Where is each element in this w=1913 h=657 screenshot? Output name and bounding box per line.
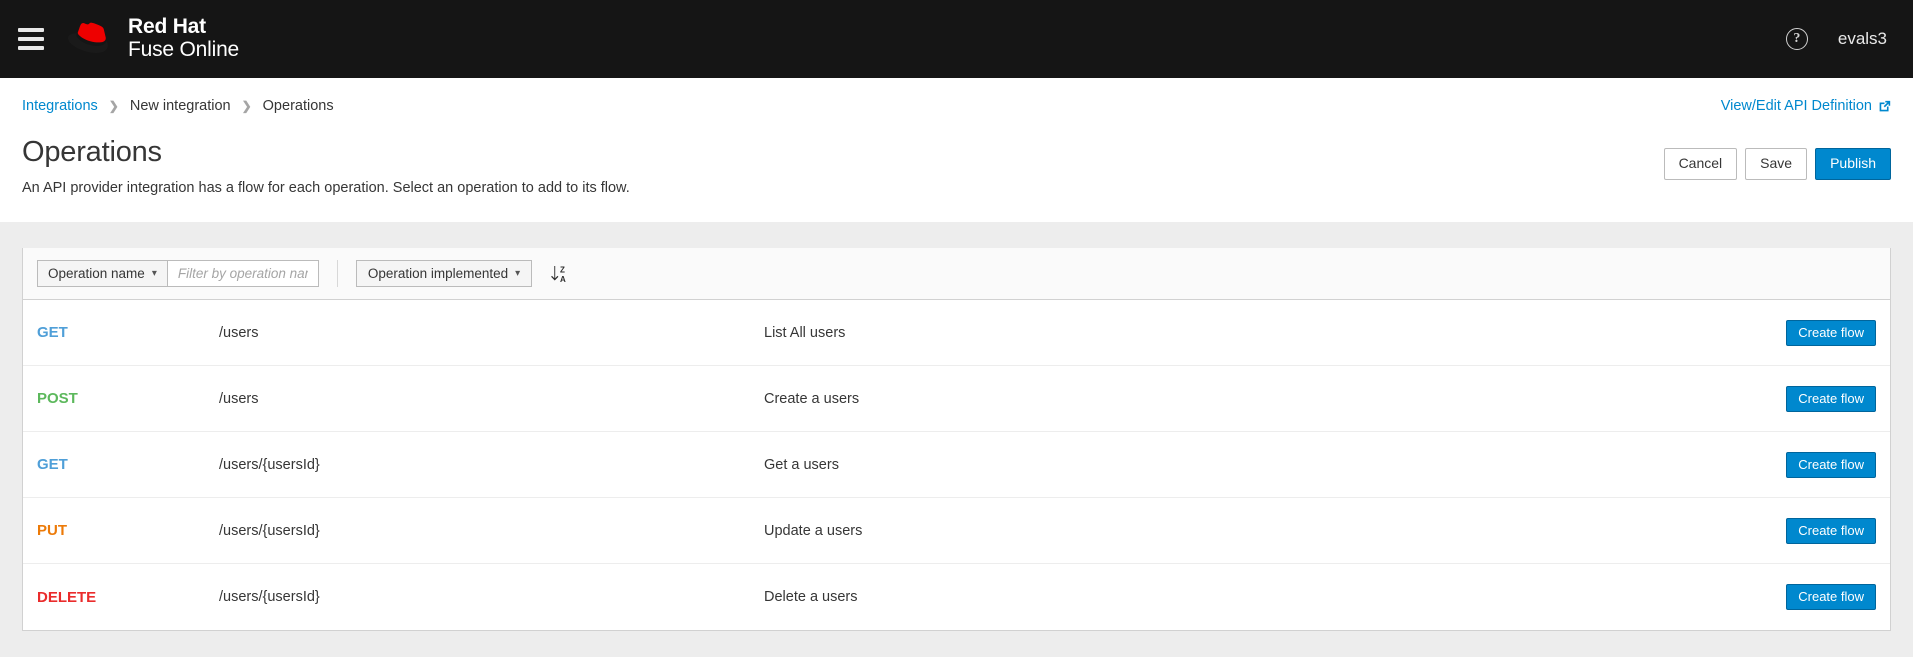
operation-method: GET xyxy=(37,324,68,341)
masthead: Red Hat Fuse Online ? evals3 xyxy=(0,0,1913,78)
page-title-row: Operations An API provider integration h… xyxy=(22,136,1891,222)
operation-method: PUT xyxy=(37,522,67,539)
hamburger-bar xyxy=(18,28,44,32)
cancel-button[interactable]: Cancel xyxy=(1663,148,1738,180)
operation-description: Create a users xyxy=(764,390,860,407)
table-row[interactable]: POST /users Create a users Create flow xyxy=(23,366,1890,432)
filter-group: Operation name ▾ xyxy=(37,260,319,287)
table-row[interactable]: DELETE /users/{usersId} Delete a users C… xyxy=(23,564,1890,630)
operation-method: POST xyxy=(37,390,78,407)
filter-field-select[interactable]: Operation name ▾ xyxy=(37,260,167,287)
table-row[interactable]: PUT /users/{usersId} Update a users Crea… xyxy=(23,498,1890,564)
page-description: An API provider integration has a flow f… xyxy=(22,180,630,196)
operation-description: Get a users xyxy=(764,456,839,473)
user-menu[interactable]: evals3 xyxy=(1838,29,1887,49)
save-button[interactable]: Save xyxy=(1745,148,1808,180)
brand-logo[interactable]: Red Hat Fuse Online xyxy=(68,16,239,61)
breadcrumb-separator-icon: ❯ xyxy=(108,99,119,113)
operations-list: GET /users List All users Create flow PO… xyxy=(23,300,1890,630)
page-header: Integrations ❯ New integration ❯ Operati… xyxy=(0,78,1913,222)
operation-path: /users xyxy=(219,390,259,407)
operation-path: /users/{usersId} xyxy=(219,589,320,605)
toolbar-divider xyxy=(336,260,338,287)
help-circle-icon[interactable]: ? xyxy=(1785,28,1808,50)
page-body: Operation name ▾ Operation implemented ▾… xyxy=(0,222,1913,657)
external-link-icon xyxy=(1878,100,1891,113)
operations-toolbar: Operation name ▾ Operation implemented ▾… xyxy=(23,248,1890,300)
filter-field-label: Operation name xyxy=(48,266,145,281)
breadcrumb-item-operations: Operations xyxy=(262,98,334,114)
operation-action-cell: Create flow xyxy=(1781,319,1876,346)
breadcrumb: Integrations ❯ New integration ❯ Operati… xyxy=(22,98,1891,114)
view-edit-api-definition-link[interactable]: View/Edit API Definition xyxy=(1721,98,1891,114)
breadcrumb-item-new-integration: New integration xyxy=(129,98,231,114)
red-hat-hat-icon xyxy=(68,20,116,58)
create-flow-button[interactable]: Create flow xyxy=(1786,584,1876,610)
operation-description: List All users xyxy=(764,324,846,341)
operation-method: GET xyxy=(37,456,68,473)
operation-action-cell: Create flow xyxy=(1781,451,1876,478)
operation-action-cell: Create flow xyxy=(1781,584,1876,610)
chevron-down-icon: ▾ xyxy=(151,268,157,279)
svg-text:Z: Z xyxy=(560,265,565,274)
operations-card: Operation name ▾ Operation implemented ▾… xyxy=(22,248,1891,631)
brand-name-secondary: Fuse Online xyxy=(128,38,240,61)
create-flow-button[interactable]: Create flow xyxy=(1786,319,1876,346)
view-edit-api-definition-label: View/Edit API Definition xyxy=(1720,98,1872,114)
create-flow-button[interactable]: Create flow xyxy=(1786,517,1876,544)
hamburger-bar xyxy=(18,46,44,50)
chevron-down-icon: ▾ xyxy=(515,268,521,279)
breadcrumb-item-integrations[interactable]: Integrations xyxy=(22,98,98,114)
table-row[interactable]: GET /users/{usersId} Get a users Create … xyxy=(23,432,1890,498)
operation-method: DELETE xyxy=(37,588,97,606)
operation-action-cell: Create flow xyxy=(1781,385,1876,412)
brand-name-primary: Red Hat xyxy=(128,15,206,39)
operation-implemented-label: Operation implemented xyxy=(367,266,509,281)
operation-action-cell: Create flow xyxy=(1781,517,1876,544)
create-flow-button[interactable]: Create flow xyxy=(1786,385,1876,412)
svg-text:A: A xyxy=(560,275,566,284)
page-action-buttons: Cancel Save Publish xyxy=(1663,148,1891,180)
operation-path: /users xyxy=(219,324,259,341)
hamburger-bar xyxy=(18,37,44,41)
table-row[interactable]: GET /users List All users Create flow xyxy=(23,300,1890,366)
operation-implemented-select[interactable]: Operation implemented ▾ xyxy=(355,260,533,287)
operation-path: /users/{usersId} xyxy=(219,456,320,473)
create-flow-button[interactable]: Create flow xyxy=(1786,451,1876,478)
operation-description: Update a users xyxy=(764,522,863,539)
operation-description: Delete a users xyxy=(764,589,858,605)
publish-button[interactable]: Publish xyxy=(1815,148,1891,180)
masthead-actions: ? evals3 xyxy=(1785,28,1887,50)
sort-descending-alpha-icon[interactable]: Z A xyxy=(546,262,571,286)
operation-path: /users/{usersId} xyxy=(219,522,320,539)
page-title: Operations xyxy=(22,136,162,168)
breadcrumb-separator-icon: ❯ xyxy=(241,99,252,113)
filter-input[interactable] xyxy=(166,260,319,287)
hamburger-icon[interactable] xyxy=(0,0,62,78)
